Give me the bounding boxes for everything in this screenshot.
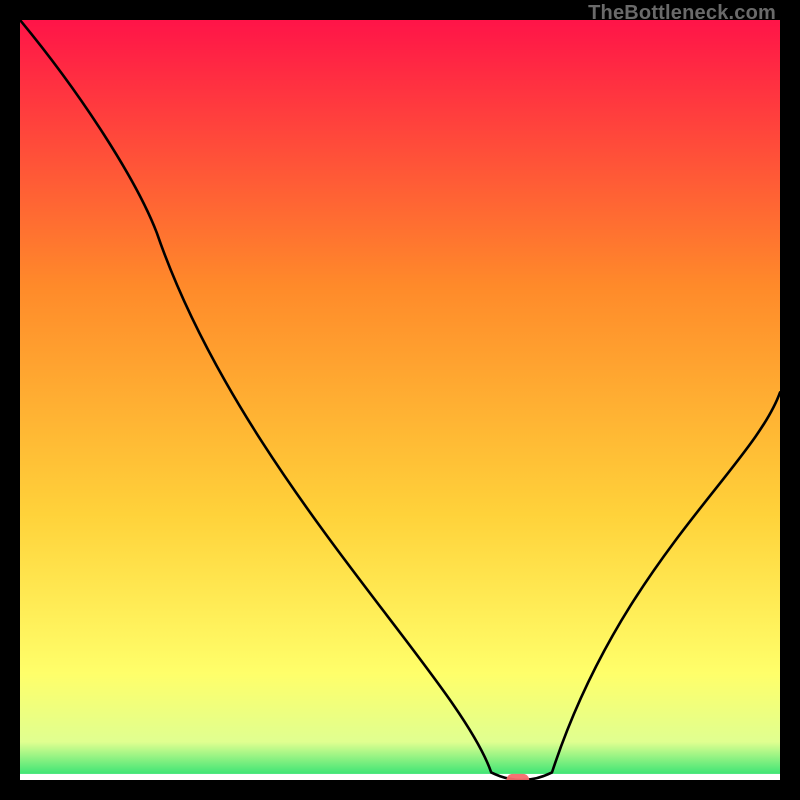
optimal-marker bbox=[506, 774, 529, 780]
bottleneck-chart bbox=[20, 20, 780, 780]
chart-background bbox=[20, 20, 780, 780]
chart-bottom-band bbox=[20, 774, 780, 780]
